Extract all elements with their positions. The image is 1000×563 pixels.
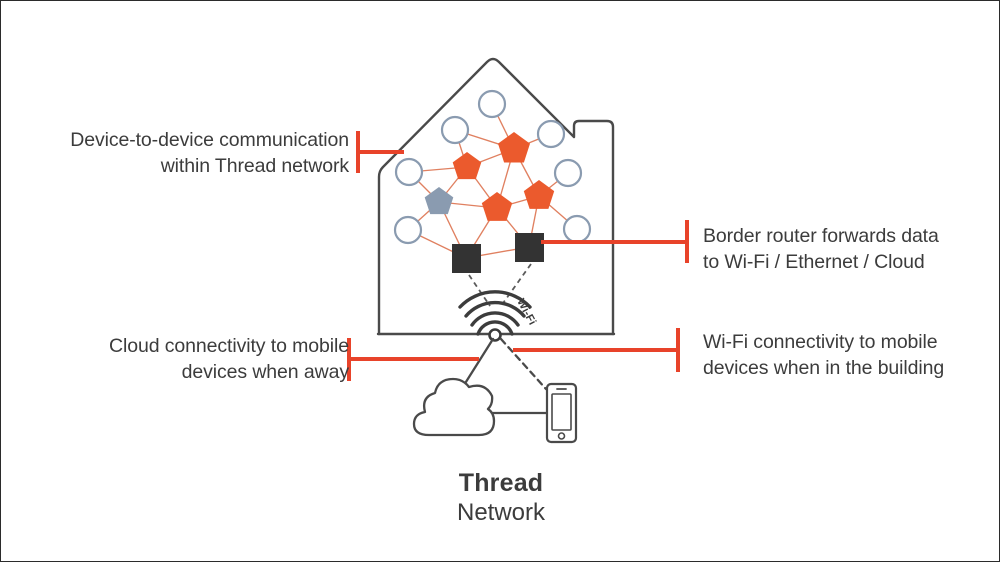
annotation-line-2: within Thread network [160, 155, 349, 177]
phone-dashed-connector [499, 337, 548, 391]
router-nodes-group [424, 132, 555, 221]
mobile-phone-icon [545, 382, 578, 444]
annotation-line-1: Border router forwards data [703, 225, 939, 247]
annotation-line-2: to Wi-Fi / Ethernet / Cloud [703, 251, 925, 273]
border-router-square [515, 233, 544, 262]
annotation-line-2: devices when in the building [703, 357, 945, 379]
endpoint-node [536, 119, 566, 149]
title-main: Thread [458, 469, 544, 497]
phone-home-button [557, 432, 566, 440]
endpoint-node [562, 214, 592, 244]
annotation-line-1: Device-to-device communication [70, 129, 349, 151]
endpoint-node [477, 89, 507, 119]
border-router-square [452, 244, 481, 273]
cloud-icon [412, 377, 496, 437]
annotation-wifi-connectivity: Wi-Fi connectivity to mobile devices whe… [703, 329, 993, 381]
wifi-origin-dot [488, 328, 502, 342]
router-node-orange [481, 192, 513, 221]
router-node-orange [498, 132, 530, 163]
annotation-device-to-device: Device-to-device communication within Th… [19, 127, 349, 179]
endpoint-node [393, 215, 423, 245]
phone-screen [551, 393, 572, 431]
router-node-orange [523, 180, 555, 209]
endpoint-node [553, 158, 583, 188]
endpoint-node [440, 115, 470, 145]
diagram-frame: Wi-Fi Device-to-device communication wit… [0, 0, 1000, 562]
annotation-border-router: Border router forwards data to Wi-Fi / E… [703, 223, 993, 275]
annotation-cloud-connectivity: Cloud connectivity to mobile devices whe… [19, 333, 349, 385]
annotation-line-1: Wi-Fi connectivity to mobile [703, 331, 938, 353]
diagram-title: Thread Network [401, 469, 601, 528]
callout-connector-cloud-connectivity [347, 338, 479, 381]
router-node-orange [452, 152, 482, 180]
title-sub: Network [456, 499, 546, 526]
annotation-line-1: Cloud connectivity to mobile [109, 335, 349, 357]
cloud-shape [412, 377, 496, 437]
endpoint-node [394, 157, 424, 187]
annotation-line-2: devices when away [181, 361, 350, 383]
dashed-link [468, 274, 491, 307]
